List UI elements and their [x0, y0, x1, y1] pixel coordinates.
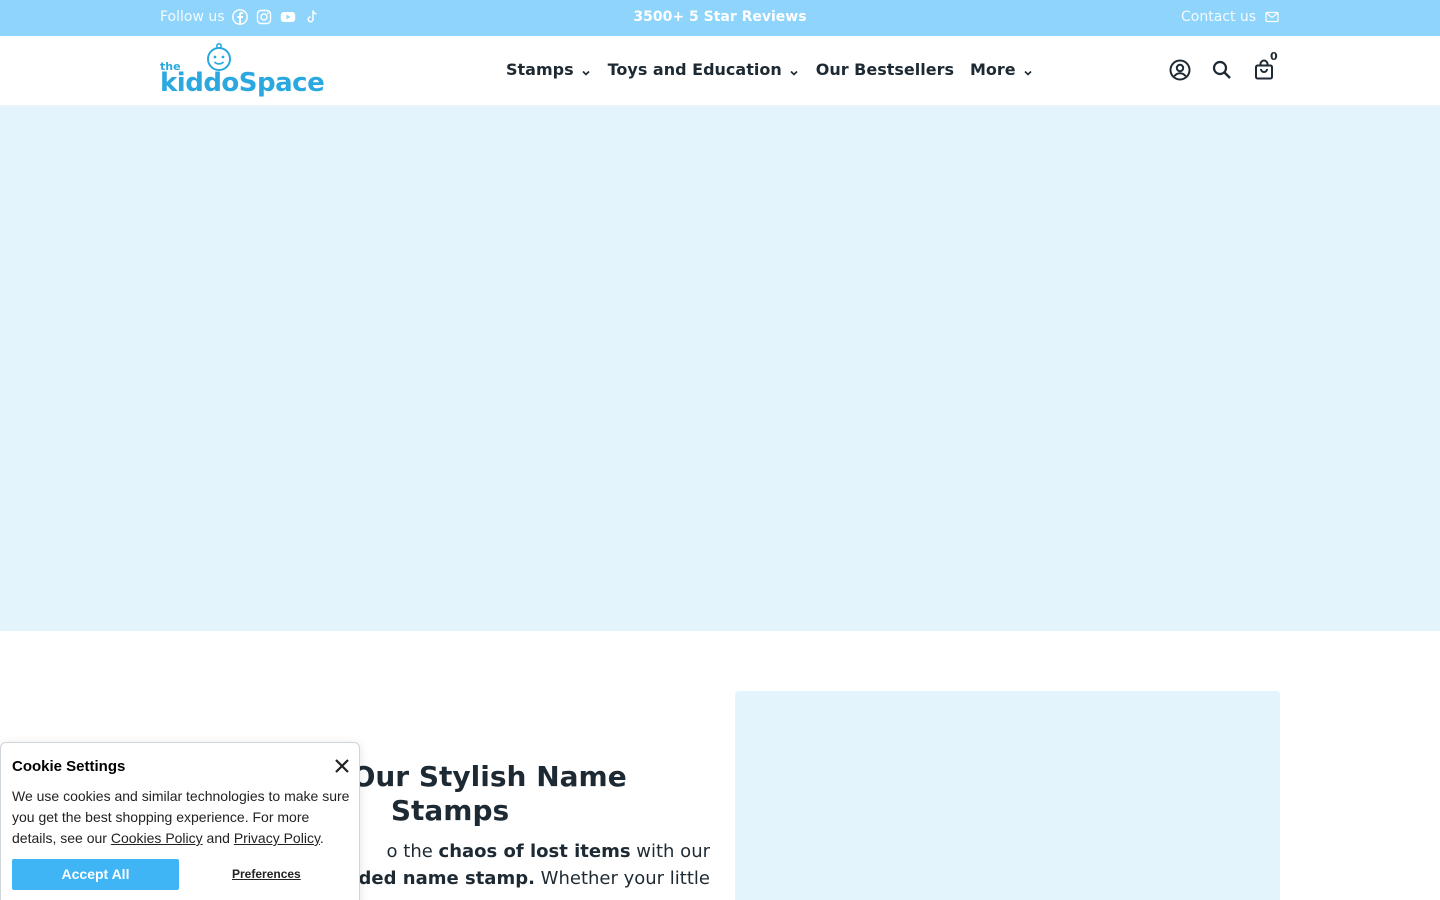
nav-label: Our Bestsellers: [815, 60, 954, 79]
announcement-bar: Follow us 3500+ 5 Star Reviews Contact u…: [0, 0, 1440, 36]
chevron-down-icon: [788, 64, 800, 76]
cookies-policy-link[interactable]: Cookies Policy: [111, 830, 203, 846]
account-icon[interactable]: [1168, 58, 1192, 82]
promo-text-bold: chaos of lost items: [438, 841, 631, 862]
contact-us-link[interactable]: Contact us: [1181, 9, 1256, 25]
nav-item-our-bestsellers[interactable]: Our Bestsellers: [816, 60, 954, 79]
accept-all-button[interactable]: Accept All: [12, 859, 179, 890]
cookie-body-end: .: [319, 830, 324, 846]
chevron-down-icon: [580, 64, 592, 76]
cookie-title: Cookie Settings: [12, 758, 126, 775]
promo-text-part: Whether your little: [534, 868, 710, 889]
nav-item-more[interactable]: More: [970, 60, 1034, 79]
nav-item-stamps[interactable]: Stamps: [506, 60, 592, 79]
promo-media: [735, 691, 1280, 900]
cart-count-badge: 0: [1270, 50, 1278, 63]
nav-label: More: [970, 60, 1016, 79]
hero-banner[interactable]: [0, 106, 1440, 631]
chevron-down-icon: [1022, 64, 1034, 76]
site-header: the kiddoSpace Stamps Toys and Education…: [0, 36, 1440, 106]
nav-item-toys-and-education[interactable]: Toys and Education: [608, 60, 800, 79]
cookie-body-and: and: [202, 830, 234, 846]
nav-label: Toys and Education: [607, 60, 782, 79]
logo-wordmark: kiddoSpace: [160, 68, 325, 98]
main-nav: Stamps Toys and Education Our Bestseller…: [506, 60, 1050, 79]
header-actions: [1168, 58, 1276, 82]
cookie-body: We use cookies and similar technologies …: [12, 786, 354, 849]
search-icon[interactable]: [1210, 58, 1234, 82]
close-icon[interactable]: [333, 757, 351, 775]
privacy-policy-link[interactable]: Privacy Policy: [234, 830, 320, 846]
kiddospace-logo[interactable]: the kiddoSpace: [160, 40, 325, 102]
promo-text-part: with our: [630, 841, 710, 862]
nav-label: Stamps: [506, 60, 574, 79]
mail-icon[interactable]: [1265, 10, 1279, 24]
preferences-link[interactable]: Preferences: [232, 867, 301, 881]
cookie-settings-dialog: Cookie Settings We use cookies and simil…: [0, 742, 360, 900]
promo-text-part: o the: [386, 841, 439, 862]
